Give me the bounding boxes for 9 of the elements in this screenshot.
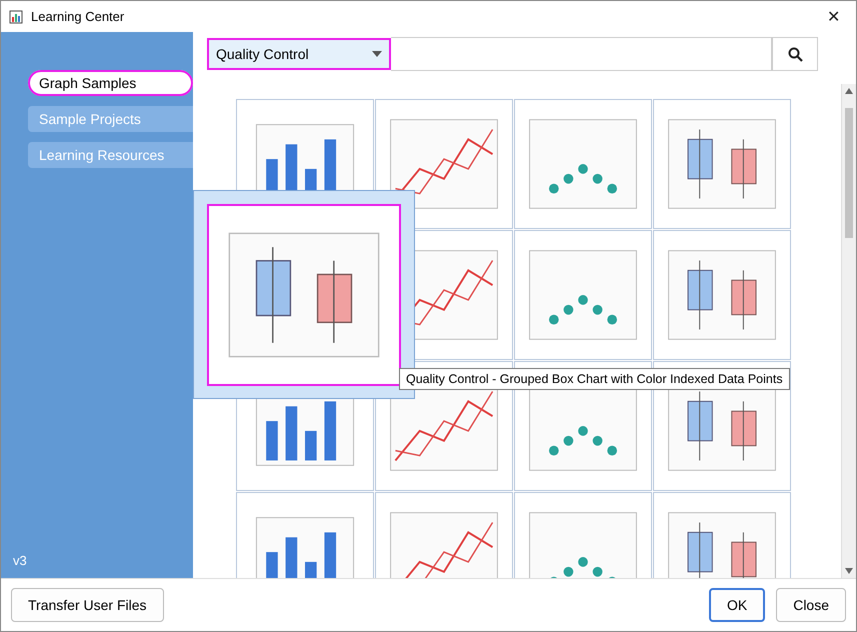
close-button[interactable]: Close bbox=[776, 588, 846, 622]
tooltip: Quality Control - Grouped Box Chart with Color Indexed Data Points bbox=[399, 368, 790, 390]
sidebar-item[interactable]: Graph Samples bbox=[28, 70, 193, 96]
close-button[interactable]: ✕ bbox=[819, 6, 848, 26]
transfer-button[interactable]: Transfer User Files bbox=[11, 588, 164, 622]
version-label: v3 bbox=[12, 553, 28, 570]
ok-button[interactable]: OK bbox=[708, 588, 766, 622]
window-title: Learning Center bbox=[31, 9, 126, 24]
category-dropdown[interactable]: Quality Control bbox=[207, 38, 391, 70]
